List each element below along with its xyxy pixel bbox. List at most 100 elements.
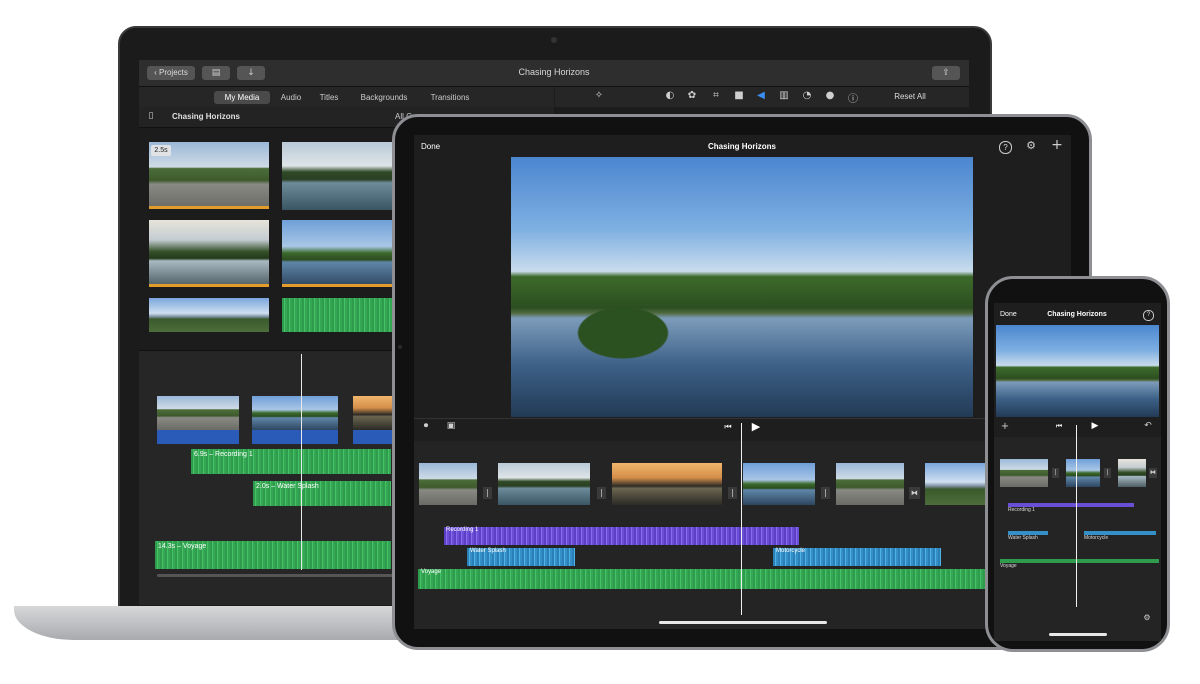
magic-wand-icon[interactable]: ✧ [592,90,606,101]
voyage-music-track[interactable] [418,569,986,589]
media-thumbnail[interactable] [149,298,269,332]
mac-window-title: Chasing Horizons [518,67,590,77]
media-thumbnail[interactable] [149,220,269,286]
skip-to-start-icon[interactable]: ⏮ [722,422,734,432]
recording-track-label: Recording 1 [446,527,479,533]
tab-backgrounds[interactable]: Backgrounds [355,91,413,104]
ipad-camera [398,345,402,349]
video-viewer[interactable] [511,157,973,417]
reset-all-button[interactable]: Reset All [887,92,933,101]
timeline-video-clip[interactable] [1066,459,1100,487]
info-icon[interactable]: ⓘ [846,90,860,105]
timeline-video-clip[interactable] [157,396,239,430]
voyage-track-label: Voyage [421,569,442,575]
iphone-notch [1038,281,1118,293]
equalizer-icon[interactable]: ▥ [777,90,791,101]
ipad-transport-bar [414,418,1071,441]
audio-clip-thumbnail[interactable] [282,298,402,332]
iphone-video-viewer[interactable] [996,325,1159,417]
transition-crossfade-icon[interactable]: ⧓ [1149,468,1157,478]
clip-audio-strip [157,430,239,444]
share-icon[interactable]: ⇪ [932,66,960,80]
macbook-camera [551,37,557,43]
timeline-video-clip[interactable] [353,396,393,430]
camera-icon[interactable]: ▣ [444,421,458,431]
timeline-video-clip[interactable] [1000,459,1048,487]
recording-track-label: Recording 1 [1008,507,1035,513]
motorcycle-track-label: Motorcycle [1084,535,1109,541]
ipad-help-icon[interactable]: ? [999,141,1012,154]
projects-button-label: Projects [158,68,188,77]
media-browser-toggle-icon[interactable]: ▤ [202,66,230,80]
motorcycle-track-label: Motorcycle [776,548,806,554]
transition-marker-icon[interactable]: | [728,487,737,499]
clip-audio-strip [353,430,393,444]
stabilization-camera-icon[interactable]: ■ [732,90,746,101]
iphone-done-button[interactable]: Done [1000,311,1030,318]
mac-playhead[interactable] [301,354,302,570]
import-arrow-icon[interactable]: ↓ [237,66,265,80]
timeline-video-clip[interactable] [612,463,722,505]
play-icon[interactable]: ▶ [749,420,763,433]
timeline-video-clip[interactable] [1118,459,1146,487]
iphone-title: Chasing Horizons [1047,311,1107,318]
microphone-icon[interactable]: ⏺ [420,421,432,431]
tab-audio[interactable]: Audio [277,91,305,104]
sidebar-toggle-icon[interactable]: ▯ [145,111,157,121]
color-palette-icon[interactable]: ✿ [685,90,699,101]
settings-gear-icon[interactable]: ⚙ [1142,613,1152,622]
tab-my-media[interactable]: My Media [214,91,270,104]
ipad-screen: Done Chasing Horizons ? ⚙ + ⏺ ▣ ⏮ ▶ | | … [414,135,1071,629]
timeline-video-clip[interactable] [419,463,477,505]
volume-icon[interactable]: ◀ [754,90,768,101]
tab-transitions[interactable]: Transitions [423,91,477,104]
transition-marker-icon[interactable]: | [483,487,492,499]
skip-to-start-icon[interactable]: ⏮ [1054,422,1064,431]
library-title: Chasing Horizons [172,112,241,121]
clip-used-bar [282,284,402,287]
iphone-playhead[interactable] [1076,425,1077,607]
undo-icon[interactable]: ↶ [1143,421,1153,431]
duration-badge: 2.5s [151,145,171,156]
play-icon[interactable]: ▶ [1090,421,1100,431]
timeline-video-clip[interactable] [925,463,985,505]
timeline-video-clip[interactable] [836,463,904,505]
timeline-video-clip[interactable] [498,463,590,505]
color-balance-icon[interactable]: ◐ [663,90,677,101]
clip-used-bar [149,206,269,209]
speed-icon[interactable]: ◔ [800,90,814,101]
transition-marker-icon[interactable]: | [597,487,606,499]
voyage-track-label: 14.3s – Voyage [158,543,207,550]
add-plus-icon[interactable]: + [1000,421,1010,432]
water-splash-track-label: 2.0s – Water Splash [256,483,319,490]
crop-icon[interactable]: ⌗ [709,90,723,101]
tab-titles[interactable]: Titles [315,91,343,104]
ipad-done-button[interactable]: Done [421,142,461,151]
transition-marker-icon[interactable]: | [1052,468,1059,478]
transition-marker-icon[interactable]: | [821,487,830,499]
water-splash-track-label: Water Splash [1008,535,1038,541]
ipad-title: Chasing Horizons [707,142,776,151]
iphone-help-icon[interactable]: ? [1143,310,1154,321]
ipad-playhead[interactable] [741,423,742,615]
clip-audio-strip [252,430,338,444]
clip-used-bar [149,284,269,287]
media-thumbnail[interactable] [282,220,402,286]
projects-button[interactable]: ‹ Projects [147,66,195,80]
recording-track-label: 6.9s – Recording 1 [194,451,253,458]
add-plus-icon[interactable]: + [1050,137,1064,153]
timeline-video-clip[interactable] [743,463,815,505]
timeline-scrollbar[interactable] [157,574,393,577]
media-thumbnail[interactable] [282,142,402,210]
transition-crossfade-icon[interactable]: ⧓ [909,487,920,499]
water-splash-track-label: Water Splash [470,548,506,554]
voyage-track-label: Voyage [1000,563,1017,569]
transition-marker-icon[interactable]: | [1104,468,1111,478]
settings-gear-icon[interactable]: ⚙ [1024,139,1038,152]
timeline-video-clip[interactable] [252,396,338,430]
media-tab-bar [139,87,554,107]
filter-icon[interactable]: ● [823,90,837,101]
iphone-home-indicator [1049,633,1107,636]
iphone-screen: Done Chasing Horizons ? + ⏮ ▶ ↶ | | ⧓ Re… [994,303,1161,641]
ipad-home-indicator [659,621,827,624]
